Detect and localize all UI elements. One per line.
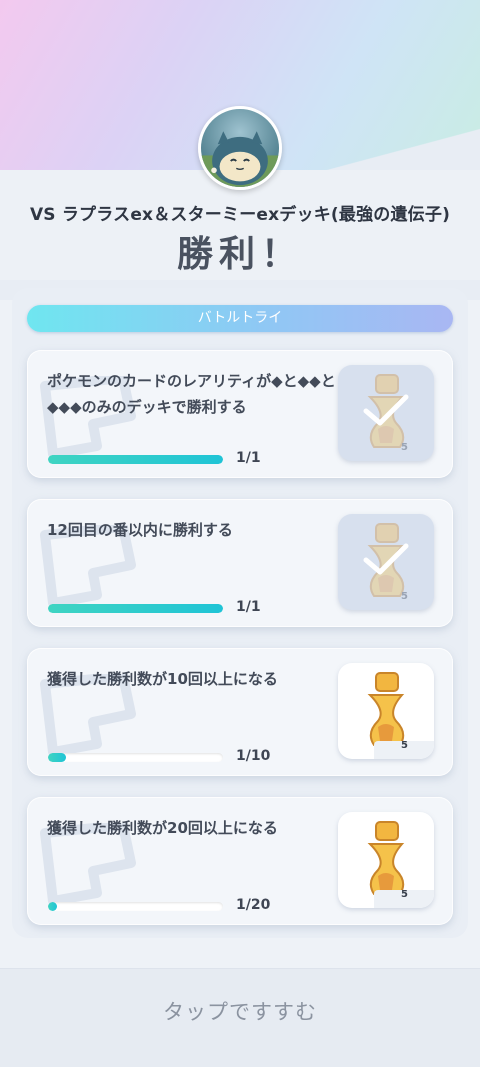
reward-item: 5 xyxy=(338,812,434,908)
progress-count: 1/1 xyxy=(236,450,261,466)
hourglass-item-icon xyxy=(367,672,405,746)
progress-bar xyxy=(48,902,223,911)
hourglass-item-icon xyxy=(367,821,405,895)
progress-count: 1/20 xyxy=(236,897,271,913)
reward-item: 5 xyxy=(338,514,434,610)
reward-count: 5 xyxy=(401,442,408,453)
snorlax-avatar-icon xyxy=(198,106,282,190)
reward-count: 5 xyxy=(401,740,408,751)
mission-card: 獲得した勝利数が20回以上になる 1/20 5 xyxy=(27,797,453,925)
mission-card: ポケモンのカードのレアリティが◆と◆◆と◆◆◆のみのデッキで勝利する 1/1 5 xyxy=(27,350,453,478)
progress-count: 1/10 xyxy=(236,748,271,764)
mission-text: ポケモンのカードのレアリティが◆と◆◆と◆◆◆のみのデッキで勝利する xyxy=(47,372,336,416)
mission-text: 獲得した勝利数が20回以上になる xyxy=(47,819,278,837)
progress-bar xyxy=(48,455,223,464)
checkmark-icon xyxy=(363,394,409,426)
checkmark-icon xyxy=(363,543,409,575)
mission-text: 獲得した勝利数が10回以上になる xyxy=(47,670,278,688)
battle-try-tab: バトルトライ xyxy=(27,305,453,332)
battle-result-title: 勝利！ xyxy=(176,234,303,275)
mission-card: 獲得した勝利数が10回以上になる 1/10 5 xyxy=(27,648,453,776)
tap-to-continue-label[interactable]: タップですすむ xyxy=(0,996,480,1026)
mission-card: 12回目の番以内に勝利する 1/1 5 xyxy=(27,499,453,627)
reward-item: 5 xyxy=(338,365,434,461)
reward-item: 5 xyxy=(338,663,434,759)
reward-count: 5 xyxy=(401,591,408,602)
progress-count: 1/1 xyxy=(236,599,261,615)
progress-bar xyxy=(48,604,223,613)
reward-count: 5 xyxy=(401,889,408,900)
progress-bar xyxy=(48,753,223,762)
mission-text: 12回目の番以内に勝利する xyxy=(47,521,233,539)
opponent-deck-title: VS ラプラスex＆スターミーexデッキ(最強の遺伝子) xyxy=(29,205,451,225)
